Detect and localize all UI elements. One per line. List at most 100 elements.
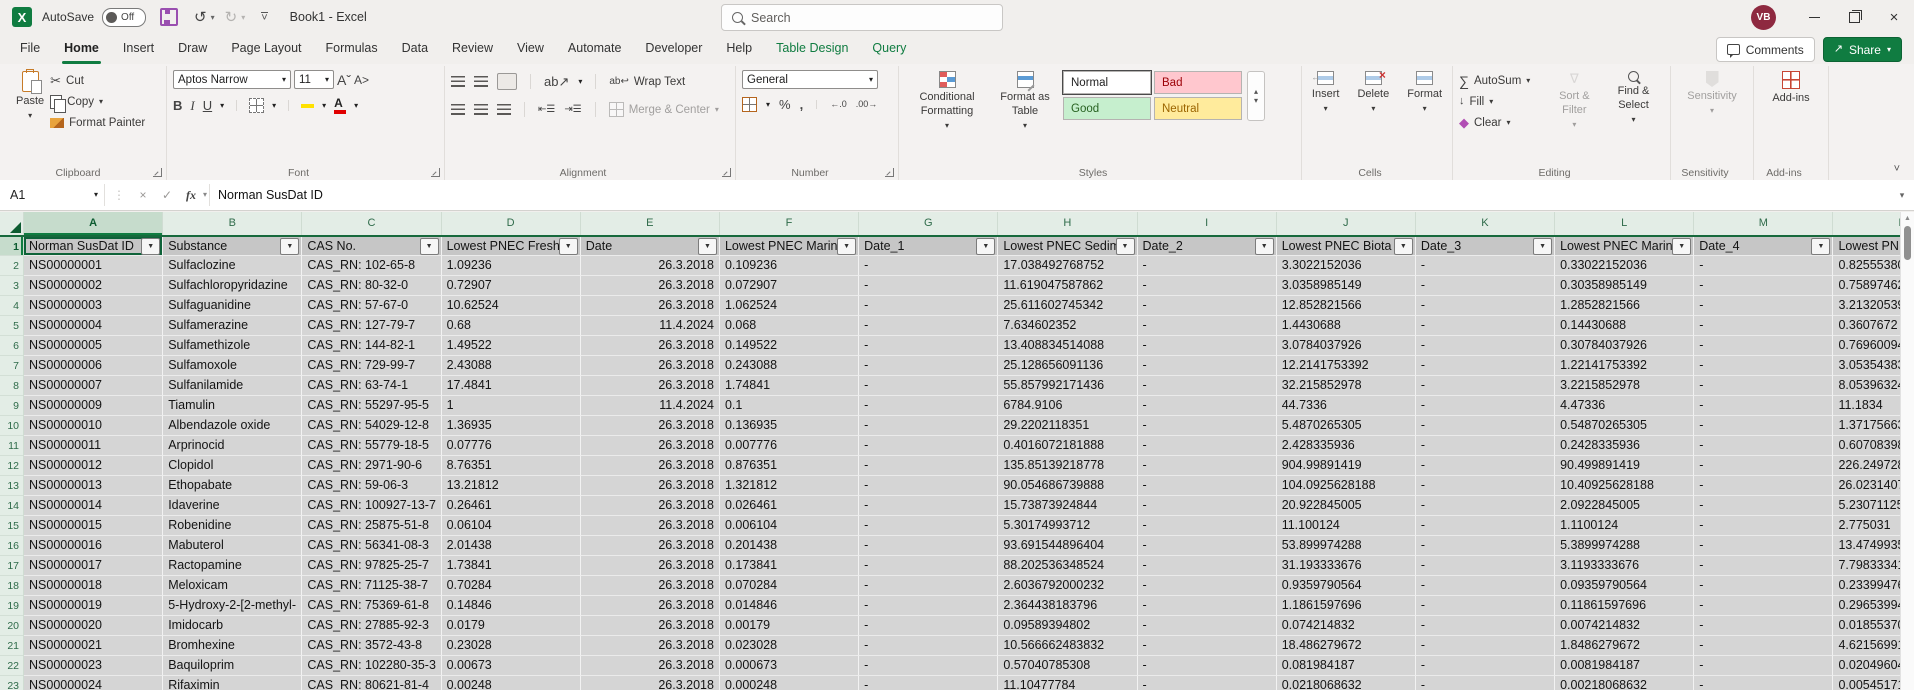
- cell-J7[interactable]: 12.2141753392: [1277, 356, 1416, 376]
- orientation-icon[interactable]: ab↗: [544, 75, 569, 88]
- align-left-icon[interactable]: [451, 104, 465, 115]
- cell-L7[interactable]: 1.22141753392: [1555, 356, 1694, 376]
- cell-D17[interactable]: 1.73841: [442, 556, 581, 576]
- clipboard-dialog-launcher-icon[interactable]: [153, 168, 162, 177]
- cell-M11[interactable]: -: [1694, 436, 1833, 456]
- cell-G1[interactable]: Date_1▼: [859, 237, 998, 256]
- cell-G4[interactable]: -: [859, 296, 998, 316]
- cell-H15[interactable]: 5.30174993712: [998, 516, 1137, 536]
- cell-A10[interactable]: NS00000010: [24, 416, 163, 436]
- cell-B12[interactable]: Clopidol: [163, 456, 302, 476]
- cell-I3[interactable]: -: [1138, 276, 1277, 296]
- autosave-toggle[interactable]: Off: [102, 8, 146, 27]
- column-header-E[interactable]: E: [581, 212, 720, 235]
- filter-button-K[interactable]: ▼: [1533, 238, 1552, 255]
- cell-L17[interactable]: 3.1193333676: [1555, 556, 1694, 576]
- cell-M4[interactable]: -: [1694, 296, 1833, 316]
- cut-button[interactable]: ✂Cut: [50, 70, 145, 91]
- font-color-chevron-icon[interactable]: ▾: [354, 102, 358, 110]
- cell-A21[interactable]: NS00000021: [24, 636, 163, 656]
- cell-G14[interactable]: -: [859, 496, 998, 516]
- clear-button[interactable]: ◆Clear▾: [1459, 112, 1546, 133]
- row-header-20[interactable]: 20: [0, 616, 24, 636]
- cell-E12[interactable]: 26.3.2018: [581, 456, 720, 476]
- bold-button[interactable]: B: [173, 99, 182, 112]
- column-header-G[interactable]: G: [859, 212, 998, 235]
- cell-I5[interactable]: -: [1138, 316, 1277, 336]
- cell-I15[interactable]: -: [1138, 516, 1277, 536]
- cell-H23[interactable]: 11.10477784: [998, 676, 1137, 690]
- cell-L4[interactable]: 1.2852821566: [1555, 296, 1694, 316]
- cell-H3[interactable]: 11.619047587862: [998, 276, 1137, 296]
- cell-E18[interactable]: 26.3.2018: [581, 576, 720, 596]
- font-color-button[interactable]: A: [334, 97, 346, 114]
- cell-J2[interactable]: 3.3022152036: [1277, 256, 1416, 276]
- cell-H22[interactable]: 0.57040785308: [998, 656, 1137, 676]
- filter-button-I[interactable]: ▼: [1255, 238, 1274, 255]
- cell-M22[interactable]: -: [1694, 656, 1833, 676]
- row-header-13[interactable]: 13: [0, 476, 24, 496]
- decrease-font-icon[interactable]: A˃: [354, 74, 369, 86]
- column-header-J[interactable]: J: [1277, 212, 1416, 235]
- cell-E2[interactable]: 26.3.2018: [581, 256, 720, 276]
- cell-L3[interactable]: 0.30358985149: [1555, 276, 1694, 296]
- fx-chevron-icon[interactable]: ▾: [203, 191, 207, 199]
- cell-G11[interactable]: -: [859, 436, 998, 456]
- row-header-23[interactable]: 23: [0, 676, 24, 690]
- column-header-D[interactable]: D: [442, 212, 581, 235]
- cell-I4[interactable]: -: [1138, 296, 1277, 316]
- cell-E17[interactable]: 26.3.2018: [581, 556, 720, 576]
- cell-E5[interactable]: 11.4.2024: [581, 316, 720, 336]
- cell-J12[interactable]: 904.99891419: [1277, 456, 1416, 476]
- cell-M13[interactable]: -: [1694, 476, 1833, 496]
- cell-H9[interactable]: 6784.9106: [998, 396, 1137, 416]
- cell-M9[interactable]: -: [1694, 396, 1833, 416]
- cell-E8[interactable]: 26.3.2018: [581, 376, 720, 396]
- cell-F9[interactable]: 0.1: [720, 396, 859, 416]
- tab-page-layout[interactable]: Page Layout: [219, 34, 313, 64]
- cell-K14[interactable]: -: [1416, 496, 1555, 516]
- cell-G7[interactable]: -: [859, 356, 998, 376]
- align-center-icon[interactable]: [474, 104, 488, 115]
- cell-style-bad[interactable]: Bad: [1154, 71, 1242, 94]
- paste-button[interactable]: Paste ▾: [10, 68, 50, 133]
- cell-J8[interactable]: 32.215852978: [1277, 376, 1416, 396]
- cell-D6[interactable]: 1.49522: [442, 336, 581, 356]
- cell-C17[interactable]: CAS_RN: 97825-25-7: [302, 556, 441, 576]
- customize-qat-icon[interactable]: ˅: [261, 12, 267, 22]
- align-right-icon[interactable]: [497, 104, 511, 115]
- delete-cells-button[interactable]: Delete▾: [1351, 68, 1395, 116]
- cell-A5[interactable]: NS00000004: [24, 316, 163, 336]
- cell-D5[interactable]: 0.68: [442, 316, 581, 336]
- column-header-C[interactable]: C: [302, 212, 441, 235]
- cell-B5[interactable]: Sulfamerazine: [163, 316, 302, 336]
- font-dialog-launcher-icon[interactable]: [431, 168, 440, 177]
- cell-H17[interactable]: 88.202536348524: [998, 556, 1137, 576]
- cell-E10[interactable]: 26.3.2018: [581, 416, 720, 436]
- cell-K19[interactable]: -: [1416, 596, 1555, 616]
- cell-I21[interactable]: -: [1138, 636, 1277, 656]
- number-format-select[interactable]: General▾: [742, 70, 878, 89]
- tab-home[interactable]: Home: [52, 34, 111, 64]
- cell-B8[interactable]: Sulfanilamide: [163, 376, 302, 396]
- cell-H5[interactable]: 7.634602352: [998, 316, 1137, 336]
- cell-A1[interactable]: Norman SusDat ID▼: [24, 237, 163, 256]
- cell-H12[interactable]: 135.85139218778: [998, 456, 1137, 476]
- filter-button-D[interactable]: ▼: [559, 238, 578, 255]
- minimize-button[interactable]: [1794, 0, 1834, 34]
- cell-J5[interactable]: 1.4430688: [1277, 316, 1416, 336]
- cell-I20[interactable]: -: [1138, 616, 1277, 636]
- formula-content[interactable]: Norman SusDat ID: [210, 180, 1890, 210]
- cell-D4[interactable]: 10.62524: [442, 296, 581, 316]
- format-painter-button[interactable]: Format Painter: [50, 112, 145, 133]
- cell-C19[interactable]: CAS_RN: 75369-61-8: [302, 596, 441, 616]
- cell-D10[interactable]: 1.36935: [442, 416, 581, 436]
- decrease-indent-icon[interactable]: ⇤☰: [538, 105, 555, 115]
- cell-B21[interactable]: Bromhexine: [163, 636, 302, 656]
- cell-K16[interactable]: -: [1416, 536, 1555, 556]
- cell-style-neutral[interactable]: Neutral: [1154, 97, 1242, 120]
- cell-F1[interactable]: Lowest PNEC Marine▼: [720, 237, 859, 256]
- row-header-10[interactable]: 10: [0, 416, 24, 436]
- cell-B20[interactable]: Imidocarb: [163, 616, 302, 636]
- fill-button[interactable]: ↓Fill▾: [1459, 91, 1546, 112]
